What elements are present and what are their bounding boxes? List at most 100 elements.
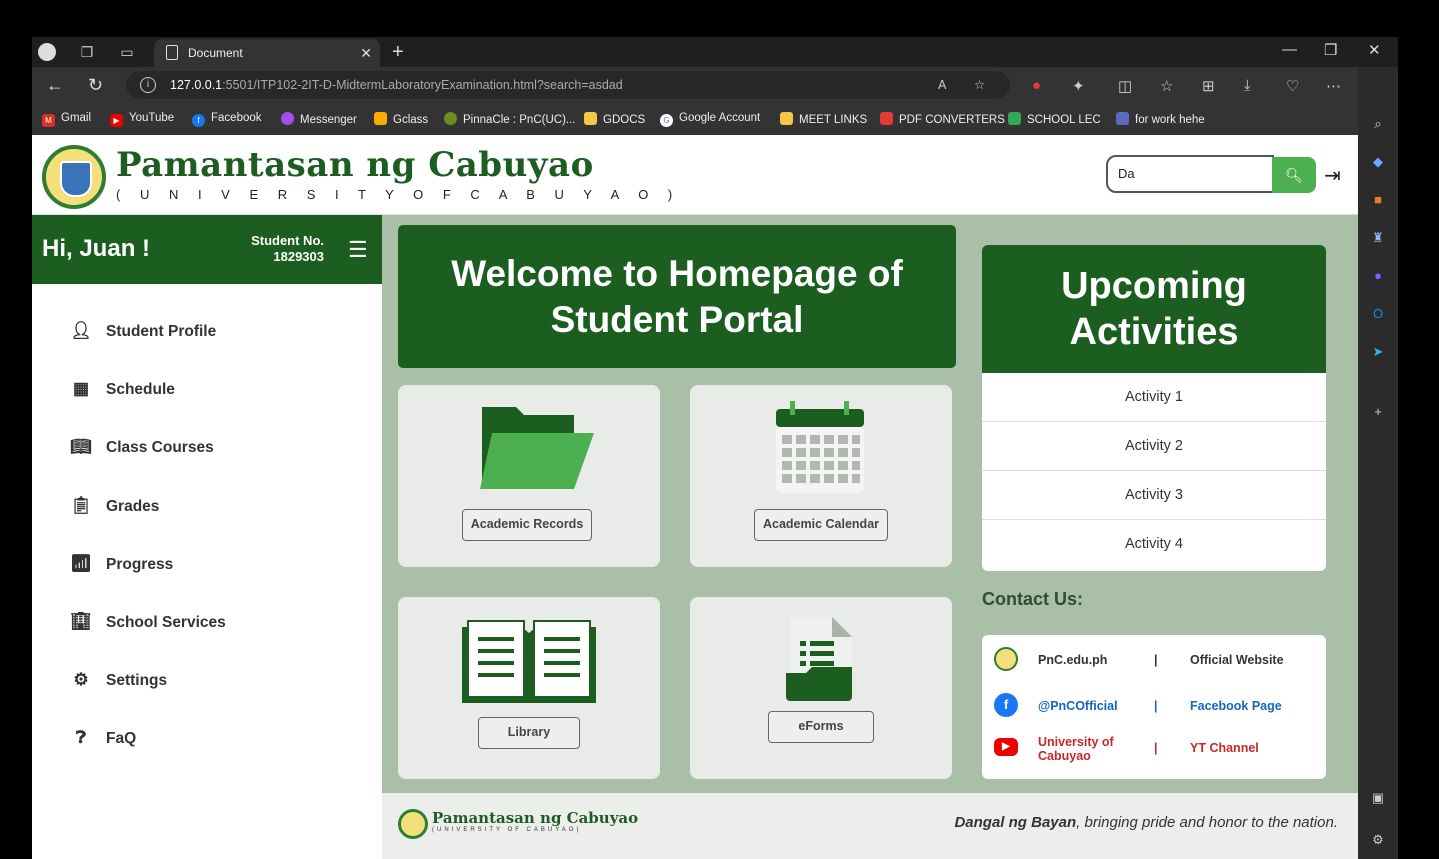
extensions-puzzle-icon[interactable]: ✦ — [1072, 77, 1085, 95]
upcoming-activities-panel: Upcoming Activities Activity 1 Activity … — [982, 245, 1326, 571]
footer-university-name: Pamantasan ng Cabuyao — [432, 809, 639, 827]
new-tab-icon[interactable]: + — [392, 41, 404, 64]
add-sidebar-icon[interactable]: + — [1369, 403, 1387, 421]
bookmark-gdocs[interactable]: GDOCS — [584, 112, 645, 126]
activity-item[interactable]: Activity 2 — [982, 422, 1326, 471]
facebook-handle[interactable]: @PnCOfficial — [1038, 699, 1118, 713]
activity-item[interactable]: Activity 3 — [982, 471, 1326, 520]
activity-item[interactable]: Activity 1 — [982, 373, 1326, 422]
footer-tagline: Dangal ng Bayan, bringing pride and hono… — [954, 814, 1338, 831]
profile-avatar-icon[interactable] — [38, 43, 56, 61]
favorite-star-icon[interactable]: ☆ — [974, 71, 985, 99]
search-input[interactable]: Da — [1106, 155, 1274, 193]
read-aloud-icon[interactable]: A — [938, 71, 946, 99]
games-icon[interactable]: ♜ — [1369, 229, 1387, 247]
sidebar-item-faq[interactable]: ❓︎ FaQ — [68, 723, 136, 753]
outlook-icon[interactable]: O — [1369, 305, 1387, 323]
more-menu-icon[interactable]: ⋯ — [1326, 77, 1341, 95]
bookmark-facebook[interactable]: f Facebook — [192, 112, 262, 127]
folder-icon — [480, 407, 594, 489]
split-screen-icon[interactable]: ◫ — [1118, 77, 1132, 95]
tools-icon[interactable]: ■ — [1369, 191, 1387, 209]
activity-item[interactable]: Activity 4 — [982, 520, 1326, 569]
bookmark-for-work[interactable]: for work hehe — [1116, 112, 1205, 126]
send-icon[interactable]: ➤ — [1369, 343, 1387, 361]
document-icon — [166, 45, 178, 60]
student-number-value: 1829303 — [273, 249, 324, 264]
card-eforms[interactable]: eForms — [690, 597, 952, 779]
open-book-icon — [462, 620, 596, 703]
gear-icon: ⚙ — [73, 670, 89, 689]
calendar-icon: ▦ — [72, 379, 90, 398]
calendar-large-icon — [776, 401, 864, 493]
sidebar-item-schedule[interactable]: ▦ Schedule — [68, 374, 175, 404]
sidebar: Hi, Juan ! Student No. 1829303 ☰ 👤︎ Stude… — [32, 215, 382, 859]
bookmark-meet-links[interactable]: MEET LINKS — [780, 112, 867, 126]
url-field[interactable]: i 127.0.0.1:5501/ITP102-2IT-D-MidtermLab… — [126, 71, 1010, 99]
card-academic-records[interactable]: Academic Records — [398, 385, 660, 567]
favorites-icon[interactable]: ☆ — [1160, 77, 1173, 95]
building-icon: 🏢︎ — [70, 612, 92, 631]
copilot-sidebar-icon[interactable]: ● — [1369, 267, 1387, 285]
academic-calendar-button[interactable]: Academic Calendar — [754, 509, 888, 541]
academic-records-button[interactable]: Academic Records — [462, 509, 592, 541]
student-number-label: Student No. — [251, 233, 324, 248]
shopping-icon[interactable]: ◆ — [1369, 153, 1387, 171]
sidebar-item-progress[interactable]: 📶︎ Progress — [68, 549, 173, 579]
contact-row-website: PnC.edu.ph | Official Website — [994, 645, 1314, 675]
bookmark-messenger[interactable]: Messenger — [281, 112, 357, 126]
downloads-icon[interactable]: ⤓ — [1244, 77, 1251, 94]
sidebar-item-school-services[interactable]: 🏢︎ School Services — [68, 607, 226, 637]
university-name: Pamantasan ng Cabuyao — [116, 145, 594, 185]
sidebar-item-grades[interactable]: 📋︎ Grades — [68, 491, 159, 521]
hamburger-menu-icon[interactable]: ☰ — [348, 237, 368, 263]
eforms-document-icon — [786, 617, 852, 701]
facebook-page-link[interactable]: Facebook Page — [1190, 699, 1282, 713]
search-icon: 🔍︎ — [1285, 167, 1303, 183]
minimize-icon[interactable]: — — [1282, 41, 1297, 58]
performance-icon[interactable]: ♡ — [1286, 77, 1299, 95]
university-seal-logo — [42, 145, 106, 209]
sidebar-item-class-courses[interactable]: 📖︎ Class Courses — [68, 432, 214, 462]
back-icon[interactable]: ← — [46, 75, 64, 96]
bookmark-gclass[interactable]: Gclass — [374, 112, 428, 126]
collections-icon[interactable]: ⊞ — [1202, 77, 1215, 95]
search-button[interactable]: 🔍︎ — [1272, 157, 1316, 193]
upcoming-activities-title: Upcoming Activities — [982, 245, 1326, 373]
site-info-icon[interactable]: i — [140, 77, 156, 93]
bookmark-pinnacle[interactable]: PinnaCle : PnC(UC)... — [444, 112, 575, 126]
tab-actions-icon[interactable]: ▭ — [118, 43, 136, 61]
card-library[interactable]: Library — [398, 597, 660, 779]
url-rest: :5501/ITP102-2IT-D-MidtermLaboratoryExam… — [222, 78, 623, 92]
card-academic-calendar[interactable]: Academic Calendar — [690, 385, 952, 567]
yt-channel-link[interactable]: YT Channel — [1190, 741, 1259, 755]
official-website-link[interactable]: Official Website — [1190, 653, 1284, 667]
browser-tab[interactable]: Document ✕ — [154, 39, 380, 67]
website-handle[interactable]: PnC.edu.ph — [1038, 653, 1107, 667]
footer-seal-logo — [398, 809, 428, 839]
bookmark-pdf-converters[interactable]: PDF CONVERTERS — [880, 112, 1005, 126]
refresh-icon[interactable]: ↻ — [88, 75, 103, 96]
bookmark-school-lec[interactable]: SCHOOL LEC — [1008, 112, 1101, 126]
extension-icon[interactable]: ● — [1032, 77, 1041, 94]
library-button[interactable]: Library — [478, 717, 580, 749]
bookmark-youtube[interactable]: ▶ YouTube — [110, 112, 174, 127]
settings-gear-icon[interactable]: ⚙ — [1369, 831, 1387, 849]
sidebar-item-student-profile[interactable]: 👤︎ Student Profile — [68, 316, 216, 346]
search-sidebar-icon[interactable]: ⌕ — [1369, 115, 1387, 133]
logout-icon[interactable]: ⇥ — [1324, 163, 1341, 188]
screen-icon[interactable]: ▣ — [1369, 789, 1387, 807]
bookmark-google-account[interactable]: G Google Account — [660, 112, 760, 127]
footer-university-subtitle: (UNIVERSITY OF CABUYAO) — [432, 827, 582, 833]
close-tab-icon[interactable]: ✕ — [360, 39, 372, 67]
youtube-handle[interactable]: University of Cabuyao — [1038, 735, 1128, 763]
bookmark-gmail[interactable]: M Gmail — [42, 112, 91, 127]
url-host: 127.0.0.1 — [170, 78, 223, 92]
eforms-button[interactable]: eForms — [768, 711, 874, 743]
workspaces-icon[interactable]: ❐ — [78, 43, 96, 61]
close-window-icon[interactable]: ✕ — [1368, 41, 1381, 59]
title-bar: ❐ ▭ Document ✕ + — ❐ ✕ — [32, 37, 1398, 67]
sidebar-item-settings[interactable]: ⚙ Settings — [68, 665, 167, 695]
restore-icon[interactable]: ❐ — [1324, 41, 1337, 59]
main-content: Welcome to Homepage of Student Portal Ac… — [382, 215, 1358, 859]
